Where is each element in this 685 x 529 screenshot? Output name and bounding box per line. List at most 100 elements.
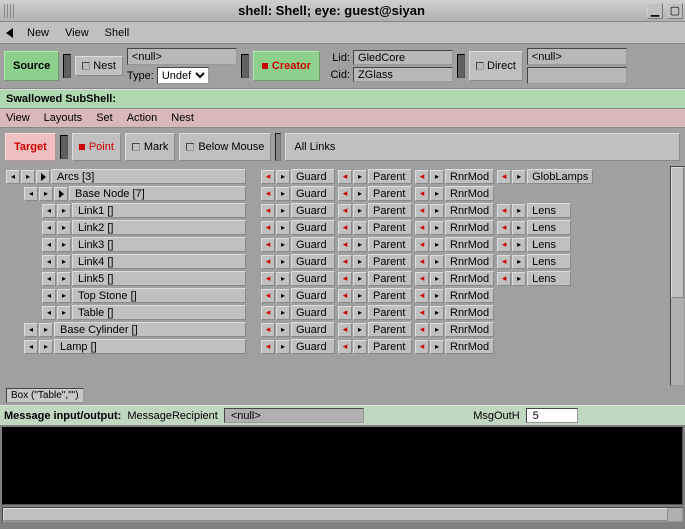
expand-icon[interactable]: ▸: [57, 272, 71, 286]
link-next-icon[interactable]: ▸: [430, 238, 444, 252]
link-prev-icon[interactable]: ◂: [261, 238, 275, 252]
link-label-rnrmod[interactable]: RnrMod: [445, 271, 494, 286]
node-label[interactable]: Link3 []: [72, 237, 246, 252]
link-next-icon[interactable]: ▸: [430, 323, 444, 337]
cid-value[interactable]: ZGlass: [353, 67, 453, 82]
link-prev-icon[interactable]: ◂: [338, 323, 352, 337]
link-next-icon[interactable]: ▸: [430, 272, 444, 286]
link-prev-icon[interactable]: ◂: [261, 272, 275, 286]
nest-toggle[interactable]: Nest: [75, 56, 123, 76]
mark-toggle[interactable]: Mark: [125, 133, 175, 161]
link-next-icon[interactable]: ▸: [353, 204, 367, 218]
link-label-guard[interactable]: Guard: [291, 186, 335, 201]
link-next-icon[interactable]: ▸: [430, 306, 444, 320]
link-next-icon[interactable]: ▸: [353, 170, 367, 184]
link-prev-icon[interactable]: ◂: [338, 289, 352, 303]
collapse-icon[interactable]: ◂: [24, 340, 38, 354]
link-prev-icon[interactable]: ◂: [338, 255, 352, 269]
link-label-globlamps[interactable]: GlobLamps: [527, 169, 593, 184]
link-next-icon[interactable]: ▸: [430, 221, 444, 235]
link-label-rnrmod[interactable]: RnrMod: [445, 220, 494, 235]
link-next-icon[interactable]: ▸: [430, 204, 444, 218]
direct-toggle[interactable]: Direct: [469, 51, 523, 81]
maximize-button[interactable]: ▢: [667, 3, 683, 19]
target-button[interactable]: Target: [5, 133, 56, 161]
link-label-rnrmod[interactable]: RnrMod: [445, 203, 494, 218]
expander-icon[interactable]: [54, 187, 68, 201]
node-label[interactable]: Base Node [7]: [69, 186, 246, 201]
point-toggle[interactable]: Point: [72, 133, 121, 161]
collapse-icon[interactable]: ◂: [42, 255, 56, 269]
link-next-icon[interactable]: ▸: [353, 340, 367, 354]
link-prev-icon[interactable]: ◂: [415, 340, 429, 354]
link-next-icon[interactable]: ▸: [276, 170, 290, 184]
link-next-icon[interactable]: ▸: [353, 323, 367, 337]
link-prev-icon[interactable]: ◂: [415, 289, 429, 303]
link-next-icon[interactable]: ▸: [430, 187, 444, 201]
link-prev-icon[interactable]: ◂: [497, 255, 511, 269]
link-label-rnrmod[interactable]: RnrMod: [445, 305, 494, 320]
menu2-set[interactable]: Set: [96, 112, 113, 124]
collapse-icon[interactable]: ◂: [42, 289, 56, 303]
expand-icon[interactable]: ▸: [57, 238, 71, 252]
link-label-lens[interactable]: Lens: [527, 203, 571, 218]
link-prev-icon[interactable]: ◂: [261, 306, 275, 320]
menu-view[interactable]: View: [57, 25, 97, 41]
link-prev-icon[interactable]: ◂: [415, 204, 429, 218]
link-next-icon[interactable]: ▸: [512, 255, 526, 269]
link-prev-icon[interactable]: ◂: [338, 204, 352, 218]
type-select[interactable]: Undef: [157, 67, 209, 84]
link-label-parent[interactable]: Parent: [368, 237, 412, 252]
link-next-icon[interactable]: ▸: [276, 340, 290, 354]
expand-icon[interactable]: ▸: [21, 170, 35, 184]
creator-button[interactable]: Creator: [253, 51, 320, 81]
link-label-parent[interactable]: Parent: [368, 169, 412, 184]
link-next-icon[interactable]: ▸: [276, 238, 290, 252]
link-next-icon[interactable]: ▸: [353, 255, 367, 269]
link-next-icon[interactable]: ▸: [276, 221, 290, 235]
link-label-rnrmod[interactable]: RnrMod: [445, 322, 494, 337]
collapse-icon[interactable]: ◂: [24, 323, 38, 337]
link-prev-icon[interactable]: ◂: [497, 204, 511, 218]
link-label-rnrmod[interactable]: RnrMod: [445, 237, 494, 252]
link-prev-icon[interactable]: ◂: [261, 170, 275, 184]
expander-icon[interactable]: [36, 170, 50, 184]
node-label[interactable]: Link4 []: [72, 254, 246, 269]
vertical-scrollbar[interactable]: [670, 166, 685, 386]
link-label-lens[interactable]: Lens: [527, 237, 571, 252]
drag-handle[interactable]: [4, 4, 14, 18]
link-next-icon[interactable]: ▸: [276, 306, 290, 320]
menu2-view[interactable]: View: [6, 112, 30, 124]
link-prev-icon[interactable]: ◂: [415, 221, 429, 235]
link-label-guard[interactable]: Guard: [291, 271, 335, 286]
link-label-parent[interactable]: Parent: [368, 271, 412, 286]
link-label-rnrmod[interactable]: RnrMod: [445, 339, 494, 354]
horizontal-scrollbar[interactable]: [2, 507, 683, 522]
node-label[interactable]: Link2 []: [72, 220, 246, 235]
menu-new[interactable]: New: [19, 25, 57, 41]
link-next-icon[interactable]: ▸: [430, 170, 444, 184]
link-prev-icon[interactable]: ◂: [338, 221, 352, 235]
link-label-guard[interactable]: Guard: [291, 288, 335, 303]
link-label-guard[interactable]: Guard: [291, 322, 335, 337]
link-prev-icon[interactable]: ◂: [261, 221, 275, 235]
expand-icon[interactable]: ▸: [57, 255, 71, 269]
expand-icon[interactable]: ▸: [57, 289, 71, 303]
link-prev-icon[interactable]: ◂: [415, 306, 429, 320]
link-next-icon[interactable]: ▸: [430, 340, 444, 354]
link-next-icon[interactable]: ▸: [512, 170, 526, 184]
link-label-parent[interactable]: Parent: [368, 220, 412, 235]
link-prev-icon[interactable]: ◂: [415, 187, 429, 201]
link-label-guard[interactable]: Guard: [291, 339, 335, 354]
link-prev-icon[interactable]: ◂: [415, 323, 429, 337]
link-label-rnrmod[interactable]: RnrMod: [445, 186, 494, 201]
msgout-value[interactable]: [526, 408, 578, 423]
link-next-icon[interactable]: ▸: [353, 272, 367, 286]
collapse-icon[interactable]: ◂: [42, 306, 56, 320]
link-prev-icon[interactable]: ◂: [338, 340, 352, 354]
minimize-button[interactable]: ▁: [647, 3, 663, 19]
link-prev-icon[interactable]: ◂: [338, 187, 352, 201]
link-next-icon[interactable]: ▸: [276, 255, 290, 269]
link-label-guard[interactable]: Guard: [291, 237, 335, 252]
link-label-lens[interactable]: Lens: [527, 220, 571, 235]
